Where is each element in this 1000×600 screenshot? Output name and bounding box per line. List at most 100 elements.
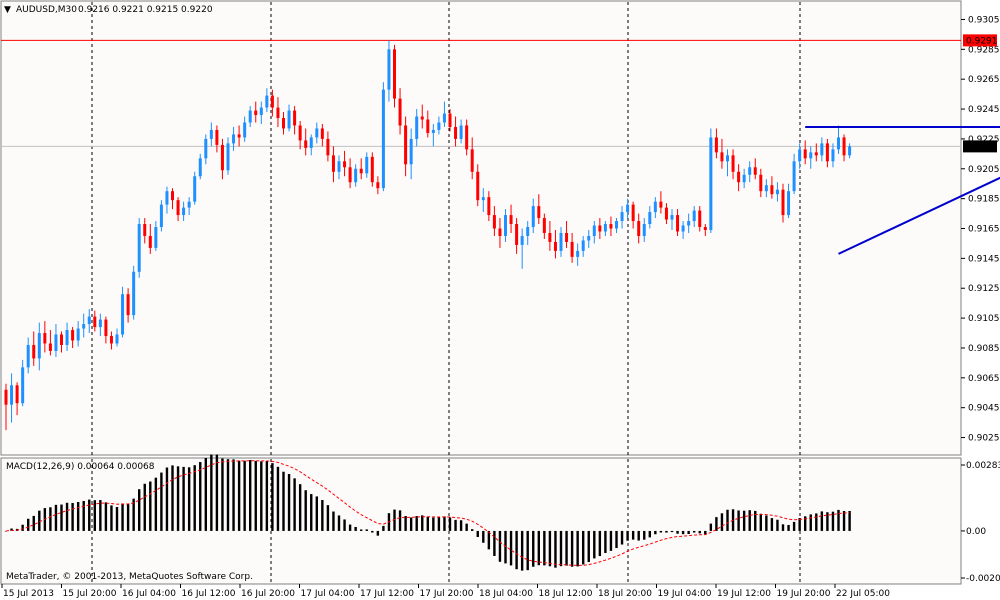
macd-bar <box>271 463 274 531</box>
macd-bar <box>199 462 202 531</box>
candle-body <box>54 334 58 351</box>
candle-body <box>21 367 25 404</box>
candle-body <box>232 134 236 144</box>
candle-body <box>703 227 707 230</box>
macd-bar <box>443 516 446 531</box>
macd-bar <box>781 524 785 531</box>
macd-bar <box>520 530 524 571</box>
macd-bar <box>215 454 219 531</box>
price-tick-label: 0.9245 <box>968 105 1000 115</box>
macd-bar <box>254 460 257 531</box>
candle-body <box>487 197 491 216</box>
candle-body <box>759 174 763 192</box>
price-tick-label: 0.9265 <box>968 75 1000 85</box>
candle-body <box>270 95 274 108</box>
candle-body <box>587 235 591 241</box>
macd-bar <box>354 526 357 531</box>
macd-bar <box>615 530 618 549</box>
candle-body <box>531 206 535 228</box>
candle-body <box>32 344 36 359</box>
chart-window[interactable]: 0.93050.92850.92650.92450.92250.92050.91… <box>0 0 1000 600</box>
time-tick-label: 16 Jul 12:00 <box>182 589 236 599</box>
candle-body <box>459 125 463 139</box>
candle-body <box>664 207 668 220</box>
macd-bar <box>687 530 690 535</box>
macd-bar <box>365 529 368 531</box>
macd-bar <box>709 523 713 531</box>
candle-body <box>714 137 718 153</box>
macd-bar <box>770 518 774 531</box>
macd-bar <box>820 511 824 531</box>
macd-bar <box>371 530 374 533</box>
hline-price-tag: 0.9291 <box>966 36 998 46</box>
candle-body <box>792 161 796 192</box>
candle-body <box>820 143 824 156</box>
price-tick-label: 0.9285 <box>968 45 1000 55</box>
macd-title: MACD(12,26,9) 0.00064 0.00068 <box>6 462 155 472</box>
macd-bar <box>304 490 307 531</box>
macd-bar <box>32 515 35 531</box>
candle-body <box>126 294 130 316</box>
candle-body <box>520 235 524 245</box>
macd-bar <box>759 513 762 531</box>
candle-body <box>237 134 241 138</box>
candle-body <box>398 98 402 126</box>
macd-bar <box>437 517 441 531</box>
macd-bar <box>798 518 801 531</box>
macd-bar <box>343 519 346 531</box>
candle-body <box>509 215 513 225</box>
candle-body <box>598 225 602 232</box>
candle-body <box>753 167 757 175</box>
candle-body <box>4 389 8 405</box>
macd-bar <box>337 515 341 531</box>
candle-body <box>121 294 125 335</box>
macd-bar <box>21 524 24 531</box>
macd-bar <box>38 510 41 531</box>
macd-bar <box>348 524 352 531</box>
macd-bar <box>160 472 163 531</box>
candle-body <box>653 201 657 213</box>
macd-bar <box>665 530 668 533</box>
macd-bar <box>748 510 751 531</box>
macd-bar <box>598 530 602 557</box>
macd-bar <box>720 513 724 531</box>
current-price-tag: 0.9220 <box>966 142 998 152</box>
menu-triangle-icon[interactable]: ▼ <box>4 5 11 15</box>
macd-bar <box>787 524 790 531</box>
macd-bar <box>88 499 91 531</box>
macd-bar <box>737 510 740 531</box>
macd-bar <box>298 484 302 531</box>
candle-body <box>676 215 680 232</box>
macd-bar <box>143 483 146 531</box>
candle-body <box>198 158 202 177</box>
macd-bar <box>60 504 63 531</box>
candle-body <box>709 137 713 230</box>
candle-body <box>825 143 829 162</box>
candle-body <box>309 137 313 148</box>
macd-bar <box>326 505 330 531</box>
macd-tick-label: 0.00283 <box>966 461 1000 471</box>
macd-bar <box>426 516 429 531</box>
time-tick-label: 15 Jul 20:00 <box>63 589 117 599</box>
macd-bar <box>265 461 269 531</box>
time-tick-label: 22 Jul 05:00 <box>836 589 890 599</box>
macd-bar <box>221 458 224 531</box>
candle-body <box>504 215 507 236</box>
time-tick-label: 19 Jul 04:00 <box>658 589 712 599</box>
macd-bar <box>509 530 513 566</box>
candle-body <box>692 210 696 222</box>
candle-body <box>348 167 352 183</box>
macd-bar <box>537 530 540 566</box>
candle-body <box>176 200 180 216</box>
candle-body <box>143 224 147 236</box>
candle-body <box>476 171 480 201</box>
candle-body <box>48 343 52 351</box>
macd-bar <box>287 474 291 531</box>
macd-bar <box>237 460 241 531</box>
macd-bar <box>582 530 585 565</box>
candle-body <box>259 107 263 116</box>
candle-body <box>764 185 768 192</box>
candle-body <box>559 232 563 251</box>
candle-body <box>204 138 208 159</box>
candle-body <box>620 212 624 222</box>
